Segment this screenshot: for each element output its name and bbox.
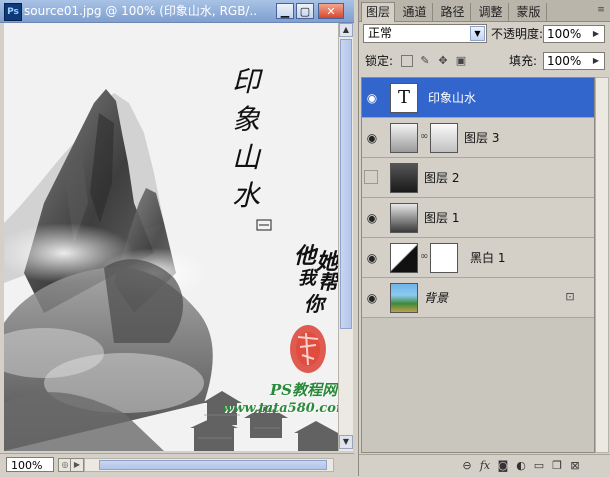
side-char: 我 [298, 268, 316, 289]
layers-list: ◉ T 印象山水 ◉ ∞ 图层 3 图层 2 ◉ 图层 1 ◉ ∞ 黑白 1 ◉… [361, 77, 595, 453]
layer-row-text[interactable]: ◉ T 印象山水 [362, 78, 594, 118]
maximize-button[interactable]: ▢ [296, 3, 314, 19]
layer-name: 图层 1 [424, 211, 460, 225]
vertical-scroll-thumb[interactable] [340, 39, 352, 329]
opacity-value: 100% [547, 27, 582, 41]
scroll-down-arrow-icon[interactable]: ▼ [339, 435, 353, 449]
eye-icon[interactable]: ◉ [364, 130, 380, 146]
watermark-url: www.tata580.com [222, 401, 338, 416]
fill-label: 填充: [509, 54, 538, 68]
document-titlebar[interactable]: Ps source01.jpg @ 100% (印象山水, RGB/... ▁ … [0, 0, 354, 23]
eye-hidden-icon[interactable] [364, 170, 378, 184]
layer-name: 印象山水 [428, 91, 477, 105]
chevron-down-icon[interactable]: ▼ [470, 26, 485, 41]
calligraphy-char: 水 [232, 179, 261, 212]
calligraphy-char: 象 [232, 103, 261, 136]
panel-tabs: 图层 通道 路径 调整 蒙版 ≡ [359, 0, 610, 22]
layers-panel: 图层 通道 路径 调整 蒙版 ≡ 正常 ▼ 不透明度: 100% ▶ 锁定: ✎… [358, 0, 610, 477]
add-mask-icon[interactable]: ◙ [495, 459, 511, 473]
black-white-adjustment-icon [390, 243, 418, 273]
opacity-label: 不透明度: [491, 27, 544, 41]
layers-bottom-toolbar: ⊖ fx ◙ ◐ ▭ ❐ ⊠ [359, 454, 610, 477]
calligraphy-char: 印 [232, 65, 261, 98]
lock-move-icon[interactable]: ✥ [437, 55, 449, 67]
lock-icon: ⊡ [565, 290, 575, 303]
lock-transparent-icon[interactable] [401, 55, 413, 67]
calligraphy-main-text: 印 象 山 水 [232, 63, 262, 215]
lock-label: 锁定: [365, 54, 394, 68]
text-layer-thumbnail-icon: T [390, 83, 418, 113]
new-layer-icon[interactable]: ❐ [549, 459, 565, 473]
opacity-field[interactable]: 100% ▶ [543, 25, 605, 43]
layer-mask-thumbnail [430, 243, 458, 273]
tab-paths[interactable]: 路径 [435, 3, 471, 21]
layer-name: 黑白 1 [470, 251, 506, 265]
opacity-arrow-icon[interactable]: ▶ [589, 27, 603, 41]
background-thumbnail [390, 283, 418, 313]
layer-name: 图层 3 [464, 131, 500, 145]
tab-masks[interactable]: 蒙版 [511, 3, 547, 21]
document-statusbar: 100% ◎ ▶ [0, 453, 354, 477]
blend-mode-select[interactable]: 正常 ▼ [363, 24, 487, 43]
layer-row-background[interactable]: ◉ 背景 ⊡ [362, 278, 594, 318]
blend-mode-value: 正常 [368, 26, 393, 40]
panel-menu-icon[interactable]: ≡ [595, 4, 607, 16]
layers-scrollbar[interactable] [595, 77, 609, 453]
watermark-title: PS教程网 [270, 381, 338, 399]
zoom-level-field[interactable]: 100% [6, 457, 54, 472]
layer-row[interactable]: 图层 2 [362, 158, 594, 198]
layer-name: 背景 [424, 291, 449, 305]
link-chain-icon[interactable]: ∞ [420, 250, 428, 264]
close-button[interactable]: ✕ [318, 3, 344, 19]
eye-icon[interactable]: ◉ [364, 290, 380, 306]
document-canvas[interactable]: 印 象 山 水 他 她 我 帮 你 PS教程网 www.tata580.com [4, 23, 338, 451]
fill-arrow-icon[interactable]: ▶ [589, 54, 603, 68]
tab-channels[interactable]: 通道 [397, 3, 433, 21]
side-char: 你 [304, 292, 324, 316]
layer-mask-thumbnail [430, 123, 458, 153]
layer-row-adjustment[interactable]: ◉ ∞ 黑白 1 [362, 238, 594, 278]
calligraphy-side-text: 他 她 我 帮 你 [294, 238, 338, 328]
minimize-button[interactable]: ▁ [276, 3, 294, 19]
document-horizontal-scrollbar[interactable] [84, 458, 334, 472]
document-window: Ps source01.jpg @ 100% (印象山水, RGB/... ▁ … [0, 0, 354, 477]
layer-row[interactable]: ◉ ∞ 图层 3 [362, 118, 594, 158]
layer-thumbnail [390, 163, 418, 193]
eye-icon[interactable]: ◉ [364, 90, 380, 106]
eye-icon[interactable]: ◉ [364, 250, 380, 266]
lock-all-icon[interactable]: ▣ [455, 55, 467, 67]
status-arrow-icon[interactable]: ▶ [70, 458, 84, 472]
tab-layers[interactable]: 图层 [361, 2, 395, 22]
calligraphy-char: 山 [232, 141, 261, 174]
layer-style-fx-icon[interactable]: fx [477, 459, 493, 473]
new-group-icon[interactable]: ▭ [531, 459, 547, 473]
fill-value: 100% [547, 54, 582, 68]
document-title: source01.jpg @ 100% (印象山水, RGB/... [24, 4, 256, 18]
delete-layer-icon[interactable]: ⊠ [567, 459, 583, 473]
link-layers-icon[interactable]: ⊖ [459, 459, 475, 473]
photoshop-logo-icon: Ps [4, 3, 22, 21]
scroll-up-arrow-icon[interactable]: ▲ [339, 23, 353, 37]
layer-thumbnail [390, 123, 418, 153]
document-vertical-scrollbar[interactable]: ▲ ▼ [338, 23, 353, 451]
fill-field[interactable]: 100% ▶ [543, 52, 605, 70]
layer-name: 图层 2 [424, 171, 460, 185]
red-seal-stamp [290, 325, 326, 373]
lock-brush-icon[interactable]: ✎ [419, 55, 431, 67]
horizontal-scroll-thumb[interactable] [99, 460, 327, 470]
tab-adjustments[interactable]: 调整 [473, 3, 509, 21]
adjustment-layer-icon[interactable]: ◐ [513, 459, 529, 473]
layer-row[interactable]: ◉ 图层 1 [362, 198, 594, 238]
link-chain-icon[interactable]: ∞ [420, 130, 428, 144]
layer-thumbnail [390, 203, 418, 233]
eye-icon[interactable]: ◉ [364, 210, 380, 226]
